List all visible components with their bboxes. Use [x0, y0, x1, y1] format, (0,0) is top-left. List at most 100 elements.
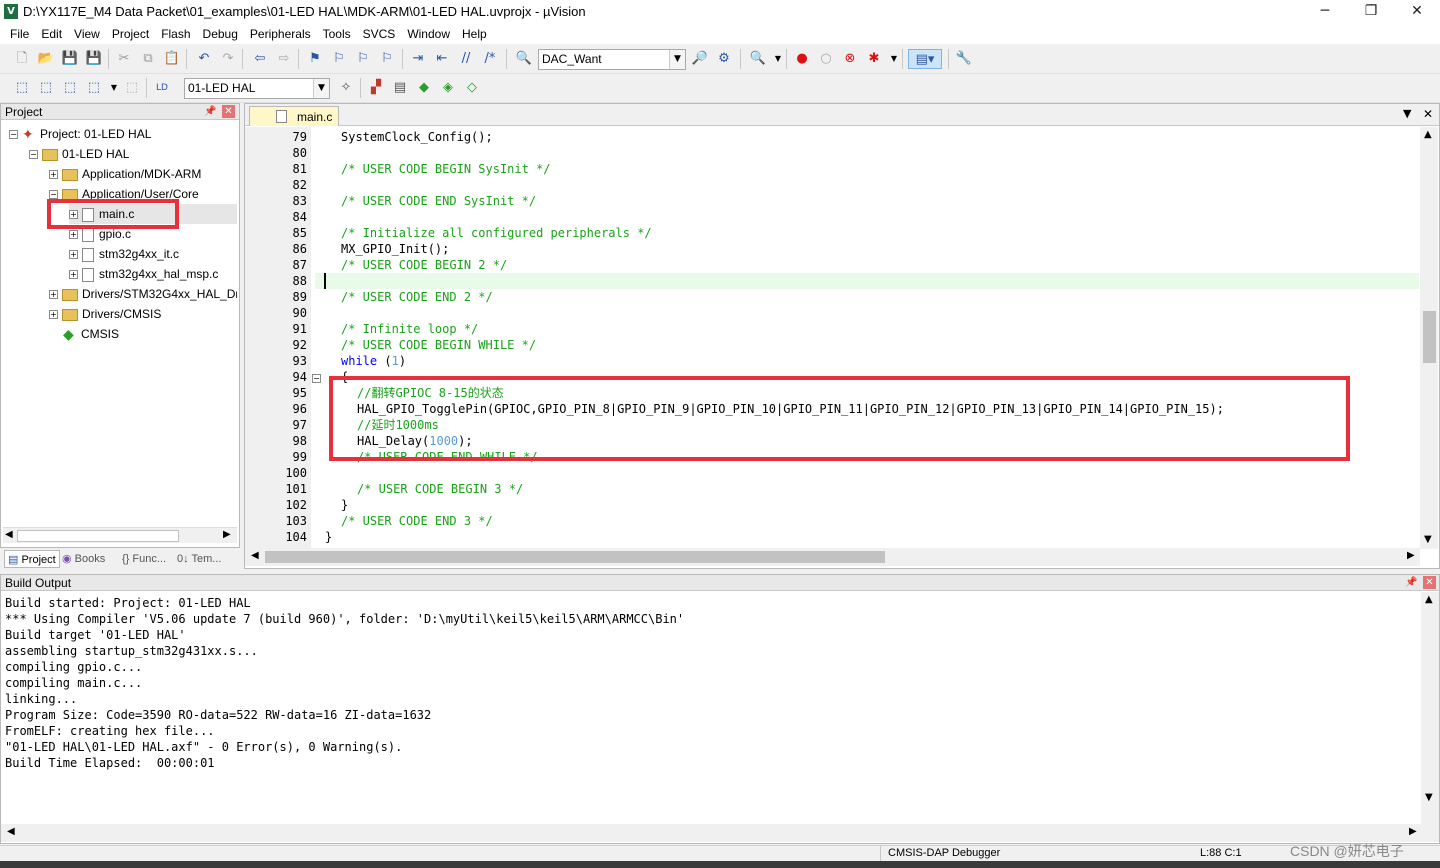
- tab-functions[interactable]: {} Func...: [122, 550, 166, 568]
- scroll-left-icon[interactable]: ◀: [251, 550, 259, 561]
- tab-list-dropdown-icon[interactable]: ▼: [1403, 107, 1411, 120]
- expand-icon[interactable]: +: [69, 230, 78, 240]
- scroll-down-icon[interactable]: ▼: [1424, 534, 1432, 545]
- target-combo[interactable]: 01-LED HAL ▼: [184, 78, 330, 99]
- find-reference-icon[interactable]: ⚙: [714, 49, 734, 69]
- tree-file-it-c[interactable]: + stm32g4xx_it.c: [69, 244, 179, 264]
- menu-flash[interactable]: Flash: [155, 24, 196, 44]
- comment-icon[interactable]: //: [456, 49, 476, 69]
- cut-icon[interactable]: ✂: [114, 49, 134, 69]
- expand-icon[interactable]: +: [49, 290, 58, 300]
- editor-h-scroll-thumb[interactable]: [265, 551, 885, 563]
- bookmark-icon[interactable]: ⚑: [305, 49, 325, 69]
- menu-tools[interactable]: Tools: [317, 24, 357, 44]
- scroll-left-icon[interactable]: ◀: [7, 826, 15, 837]
- prev-bookmark-icon[interactable]: ⚐: [329, 49, 349, 69]
- find-in-files-icon[interactable]: 🔍: [514, 49, 534, 69]
- redo-icon[interactable]: ↷: [218, 49, 238, 69]
- scroll-up-icon[interactable]: ▲: [1425, 594, 1433, 605]
- scroll-right-icon[interactable]: ▶: [1409, 826, 1417, 837]
- select-packs-icon[interactable]: ◈: [438, 78, 458, 98]
- tree-group-cmsis-drivers[interactable]: + Drivers/CMSIS: [49, 304, 161, 324]
- menu-file[interactable]: File: [4, 24, 35, 44]
- menu-help[interactable]: Help: [456, 24, 493, 44]
- menu-peripherals[interactable]: Peripherals: [244, 24, 317, 44]
- open-folder-icon[interactable]: 📂: [36, 49, 56, 69]
- undo-icon[interactable]: ↶: [194, 49, 214, 69]
- debug-dropdown-icon[interactable]: ▼: [768, 49, 788, 69]
- menu-svcs[interactable]: SVCS: [357, 24, 402, 44]
- editor-h-scrollbar[interactable]: ◀ ▶: [245, 548, 1420, 566]
- close-tab-icon[interactable]: ✕: [1423, 107, 1433, 121]
- tree-h-scrollbar[interactable]: ◀ ▶: [3, 527, 237, 543]
- translate-icon[interactable]: ⬚: [12, 78, 32, 98]
- indent-icon[interactable]: ⇥: [408, 49, 428, 69]
- menu-project[interactable]: Project: [106, 24, 155, 44]
- save-icon[interactable]: 💾: [60, 49, 80, 69]
- kill-all-breakpoints-icon[interactable]: ✱: [864, 49, 884, 69]
- manage-packs-icon[interactable]: ◆: [414, 78, 434, 98]
- editor-v-scrollbar[interactable]: ▲ ▼: [1420, 127, 1438, 549]
- nav-back-icon[interactable]: ⇦: [250, 49, 270, 69]
- menu-debug[interactable]: Debug: [197, 24, 244, 44]
- minimize-button[interactable]: ─: [1302, 0, 1348, 24]
- new-file-icon[interactable]: 🗋: [12, 49, 32, 69]
- tab-main-c[interactable]: main.c: [249, 106, 339, 126]
- expand-icon[interactable]: +: [49, 170, 58, 180]
- breakpoint-icon[interactable]: ●: [792, 49, 812, 69]
- editor-v-scroll-thumb[interactable]: [1423, 311, 1436, 363]
- unindent-icon[interactable]: ⇤: [432, 49, 452, 69]
- batch-dropdown-icon[interactable]: ▼: [104, 78, 124, 98]
- tree-group-mdk-arm[interactable]: + Application/MDK-ARM: [49, 164, 201, 184]
- collapse-icon[interactable]: −: [9, 130, 18, 140]
- run-time-env-icon[interactable]: ◇: [462, 78, 482, 98]
- build-icon[interactable]: ⬚: [36, 78, 56, 98]
- download-icon[interactable]: LD: [152, 78, 172, 98]
- batch-build-icon[interactable]: ⬚: [84, 78, 104, 98]
- maximize-button[interactable]: ❐: [1348, 0, 1394, 24]
- scroll-up-icon[interactable]: ▲: [1424, 129, 1432, 140]
- save-all-icon[interactable]: 💾: [84, 49, 104, 69]
- tree-target[interactable]: − 01-LED HAL: [29, 144, 129, 164]
- manage-components-icon[interactable]: ▞: [366, 78, 386, 98]
- find-combo[interactable]: DAC_Want ▼: [538, 49, 686, 70]
- tree-group-hal-drivers[interactable]: + Drivers/STM32G4xx_HAL_Dri: [49, 284, 237, 304]
- clear-bookmarks-icon[interactable]: ⚐: [377, 49, 397, 69]
- rebuild-icon[interactable]: ⬚: [60, 78, 80, 98]
- pin-icon[interactable]: 📌: [204, 105, 217, 118]
- tree-scroll-thumb[interactable]: [17, 530, 179, 542]
- window-layout-icon[interactable]: ▤▾: [908, 49, 942, 69]
- expand-icon[interactable]: +: [69, 270, 78, 280]
- disable-all-breakpoints-icon[interactable]: ⊗: [840, 49, 860, 69]
- tree-file-msp-c[interactable]: + stm32g4xx_hal_msp.c: [69, 264, 218, 284]
- expand-icon[interactable]: +: [49, 310, 58, 320]
- configure-icon[interactable]: 🔧: [954, 49, 974, 69]
- menu-edit[interactable]: Edit: [35, 24, 68, 44]
- uncomment-icon[interactable]: /*: [480, 49, 500, 69]
- scroll-left-icon[interactable]: ◀: [5, 529, 13, 540]
- target-options-icon[interactable]: ✧: [336, 78, 356, 98]
- incremental-find-icon[interactable]: 🔎: [690, 49, 710, 69]
- tree-cmsis-component[interactable]: ◆ CMSIS: [63, 324, 119, 344]
- breakpoint-dropdown-icon[interactable]: ▼: [884, 49, 904, 69]
- close-button[interactable]: ✕: [1394, 0, 1440, 24]
- scroll-right-icon[interactable]: ▶: [223, 529, 231, 540]
- close-panel-icon[interactable]: ✕: [222, 105, 235, 118]
- copy-icon[interactable]: ⧉: [138, 49, 158, 69]
- stop-build-icon[interactable]: ⬚: [122, 78, 142, 98]
- tree-project-root[interactable]: − ✦ Project: 01-LED HAL: [9, 124, 151, 144]
- debug-session-icon[interactable]: 🔍: [748, 49, 768, 69]
- disable-breakpoint-icon[interactable]: ○: [816, 49, 836, 69]
- file-extensions-icon[interactable]: ▤: [390, 78, 410, 98]
- build-output-text[interactable]: Build started: Project: 01-LED HAL *** U…: [5, 595, 684, 771]
- paste-icon[interactable]: 📋: [162, 49, 182, 69]
- expand-icon[interactable]: +: [69, 250, 78, 260]
- tab-templates[interactable]: 0↓ Tem...: [177, 550, 221, 568]
- menu-window[interactable]: Window: [401, 24, 456, 44]
- nav-forward-icon[interactable]: ⇨: [274, 49, 294, 69]
- tab-books[interactable]: ◉ Books: [62, 550, 105, 568]
- menu-view[interactable]: View: [68, 24, 106, 44]
- collapse-icon[interactable]: −: [49, 190, 58, 200]
- scroll-down-icon[interactable]: ▼: [1425, 792, 1433, 803]
- build-v-scrollbar[interactable]: ▲ ▼: [1421, 592, 1439, 842]
